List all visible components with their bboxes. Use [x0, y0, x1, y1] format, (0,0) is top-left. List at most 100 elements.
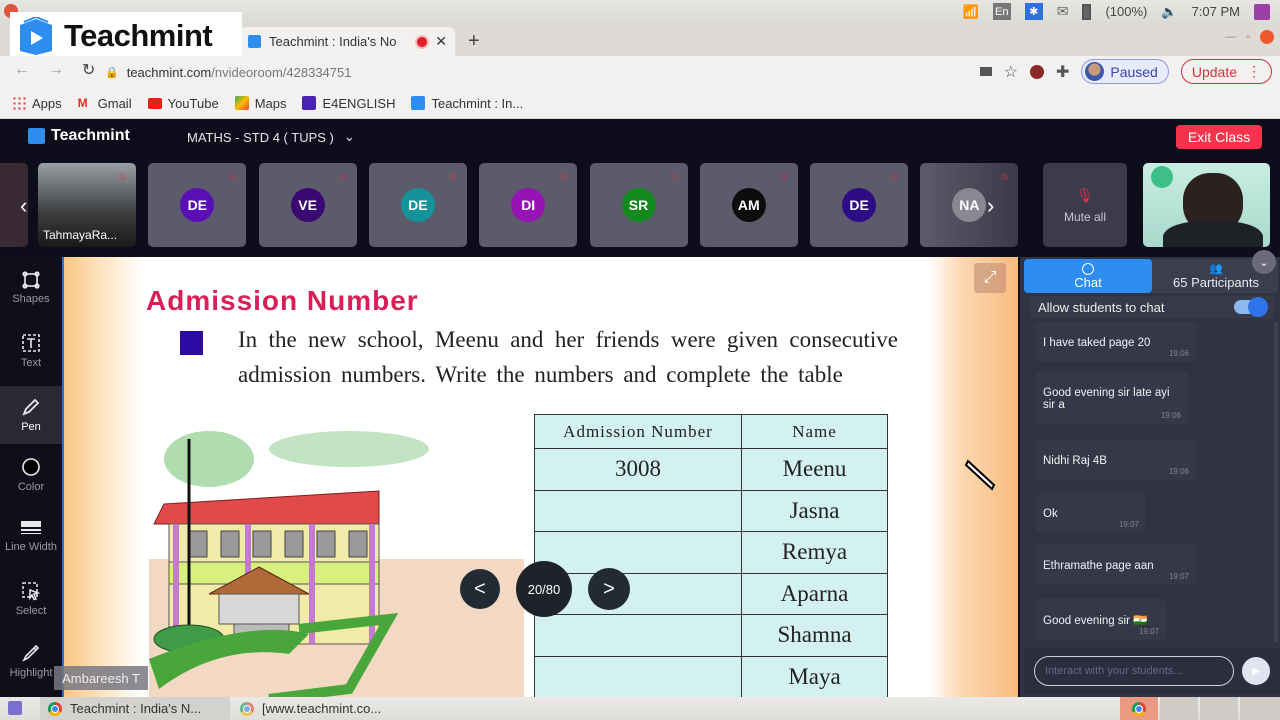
participant-tile[interactable]: NA ⦸	[920, 163, 1019, 247]
tool-shapes[interactable]: Shapes	[0, 271, 62, 305]
workspace-2[interactable]	[1200, 697, 1238, 720]
tool-color[interactable]: Color	[0, 457, 62, 493]
bookmark-youtube[interactable]: YouTube	[147, 95, 219, 111]
new-tab-button[interactable]: +	[468, 30, 480, 53]
tool-line-width[interactable]: Line Width	[0, 519, 62, 553]
message-text: Nidhi Raj 4B	[1043, 455, 1107, 467]
bullet-square	[180, 331, 203, 355]
workspace-3[interactable]	[1240, 697, 1280, 720]
lesson-title: Admission Number	[146, 285, 419, 316]
tab-chat[interactable]: Chat	[1024, 259, 1152, 293]
page-counter: 20/80	[516, 561, 572, 617]
chat-scrollbar[interactable]	[1274, 322, 1278, 642]
mic-off-icon: ⦸	[229, 171, 236, 182]
participant-tile[interactable]: DE ⦸	[368, 163, 467, 247]
extensions-puzzle-icon[interactable]: ✚	[1056, 62, 1069, 82]
kebab-menu-icon: ⋮	[1247, 63, 1261, 79]
tool-label: Text	[20, 357, 42, 369]
chat-message: Nidhi Raj 4B 19:06	[1036, 440, 1196, 480]
bookmark-e4english[interactable]: E4ENGLISH	[302, 96, 395, 111]
mail-icon[interactable]: ✉	[1057, 3, 1069, 20]
close-tab-icon[interactable]: ✕	[435, 33, 447, 50]
taskbar-item[interactable]: Teachmint : India's N...	[40, 697, 230, 720]
bluetooth-icon[interactable]: ✱	[1024, 3, 1043, 20]
system-menu-icon[interactable]	[1254, 3, 1270, 20]
message-sender	[1043, 444, 1189, 455]
tray-chrome-button[interactable]	[1120, 697, 1158, 720]
chat-message: Ethramathe page aan 19:07	[1036, 545, 1196, 585]
close-window-icon[interactable]	[1260, 30, 1274, 44]
send-button[interactable]: ▶	[1242, 657, 1270, 685]
url-host: teachmint.com	[126, 64, 212, 80]
line-width-icon	[21, 521, 41, 534]
volume-icon[interactable]: 🔈	[1161, 4, 1177, 20]
participant-tile[interactable]: VE ⦸	[258, 163, 357, 247]
tool-text[interactable]: Text	[0, 333, 62, 369]
battery-icon[interactable]	[1082, 3, 1092, 20]
update-button[interactable]: Update ⋮	[1180, 59, 1272, 84]
reload-icon[interactable]: ↻	[82, 60, 95, 80]
os-taskbar: Teachmint : India's N... [www.teachmint.…	[0, 697, 1280, 720]
participant-tile[interactable]: DE ⦸	[148, 163, 247, 247]
allow-chat-toggle[interactable]	[1234, 297, 1268, 317]
maximize-icon[interactable]: ▫	[1246, 31, 1250, 43]
teachmint-logo-icon	[20, 17, 52, 55]
tool-highlight[interactable]: Highlight	[0, 643, 62, 679]
taskbar-item[interactable]: [www.teachmint.co...	[232, 697, 422, 720]
bookmark-maps[interactable]: Maps	[234, 96, 286, 111]
whiteboard-canvas[interactable]: Admission Number In the new school, Meen…	[62, 257, 1018, 697]
name-cell: Jasna	[741, 489, 888, 532]
extension-icon[interactable]	[1029, 64, 1044, 79]
highlighter-icon	[22, 644, 40, 662]
participant-tile[interactable]: AM ⦸	[699, 163, 798, 247]
camera-icon[interactable]	[979, 67, 992, 76]
mic-off-icon: ⦸	[1001, 171, 1008, 182]
host-video	[1143, 163, 1270, 247]
send-icon: ▶	[1252, 665, 1260, 677]
browser-tab-active[interactable]: Teachmint : India's No ✕	[240, 27, 455, 56]
message-time: 19:06	[1160, 411, 1181, 420]
clock[interactable]: 7:07 PM	[1192, 4, 1240, 19]
bookmark-label: YouTube	[167, 95, 219, 111]
page-left-border	[64, 257, 144, 697]
participant-tile[interactable]: DI ⦸	[479, 163, 578, 247]
chevron-down-icon: ⌄	[343, 129, 355, 144]
participant-tile[interactable]: TahmayaRa... ⦸	[38, 163, 136, 247]
table-row: Jasna	[534, 489, 888, 532]
tool-pen[interactable]: Pen	[0, 386, 62, 444]
prev-page-button[interactable]: <	[460, 569, 500, 609]
expand-icon[interactable]: ⤢	[974, 263, 1006, 293]
pen-cursor-icon	[964, 459, 996, 491]
show-desktop-icon[interactable]	[8, 701, 22, 715]
bookmark-gmail[interactable]: M Gmail	[78, 96, 132, 111]
participant-avatar: DE	[842, 188, 877, 222]
profile-paused-button[interactable]: Paused	[1081, 59, 1169, 84]
participant-tile[interactable]: DE ⦸	[810, 163, 909, 247]
address-bar[interactable]: 🔒 teachmint.com/nvideoroom/428334751	[105, 60, 965, 84]
back-icon[interactable]: ←	[14, 61, 30, 79]
strip-prev-arrow[interactable]: ‹	[20, 193, 27, 219]
allow-chat-label: Allow students to chat	[1038, 299, 1165, 315]
strip-next-arrow[interactable]: ›	[987, 193, 994, 219]
workspace-1[interactable]	[1160, 697, 1198, 720]
bookmark-teachmint[interactable]: Teachmint : In...	[411, 96, 523, 111]
bookmark-star-icon[interactable]: ☆	[1004, 62, 1018, 82]
collapse-chevron-icon[interactable]: ⌄	[1252, 250, 1276, 274]
window-controls: — ▫	[1225, 30, 1274, 44]
next-page-button[interactable]: >	[588, 568, 630, 610]
school-illustration	[149, 431, 524, 697]
minimize-icon[interactable]: —	[1225, 31, 1236, 43]
class-selector[interactable]: MATHS - STD 4 ( TUPS ) ⌄	[187, 129, 355, 145]
chat-input[interactable]	[1034, 656, 1234, 686]
exit-class-button[interactable]: Exit Class	[1176, 125, 1262, 149]
mute-all-button[interactable]: 🎙 Mute all	[1043, 163, 1127, 247]
bookmark-apps[interactable]: Apps	[12, 96, 62, 111]
keyboard-layout-indicator[interactable]: En	[992, 3, 1011, 20]
profile-status: Paused	[1110, 63, 1158, 80]
participant-tile[interactable]: SR ⦸	[589, 163, 688, 247]
tool-select[interactable]: Select	[0, 581, 62, 617]
participant-avatar: DI	[511, 188, 546, 222]
chat-message: Good evening sir late ayi sir a 19:06	[1036, 372, 1188, 424]
wifi-icon[interactable]: 📶	[963, 4, 979, 20]
forward-icon[interactable]: →	[48, 61, 64, 79]
